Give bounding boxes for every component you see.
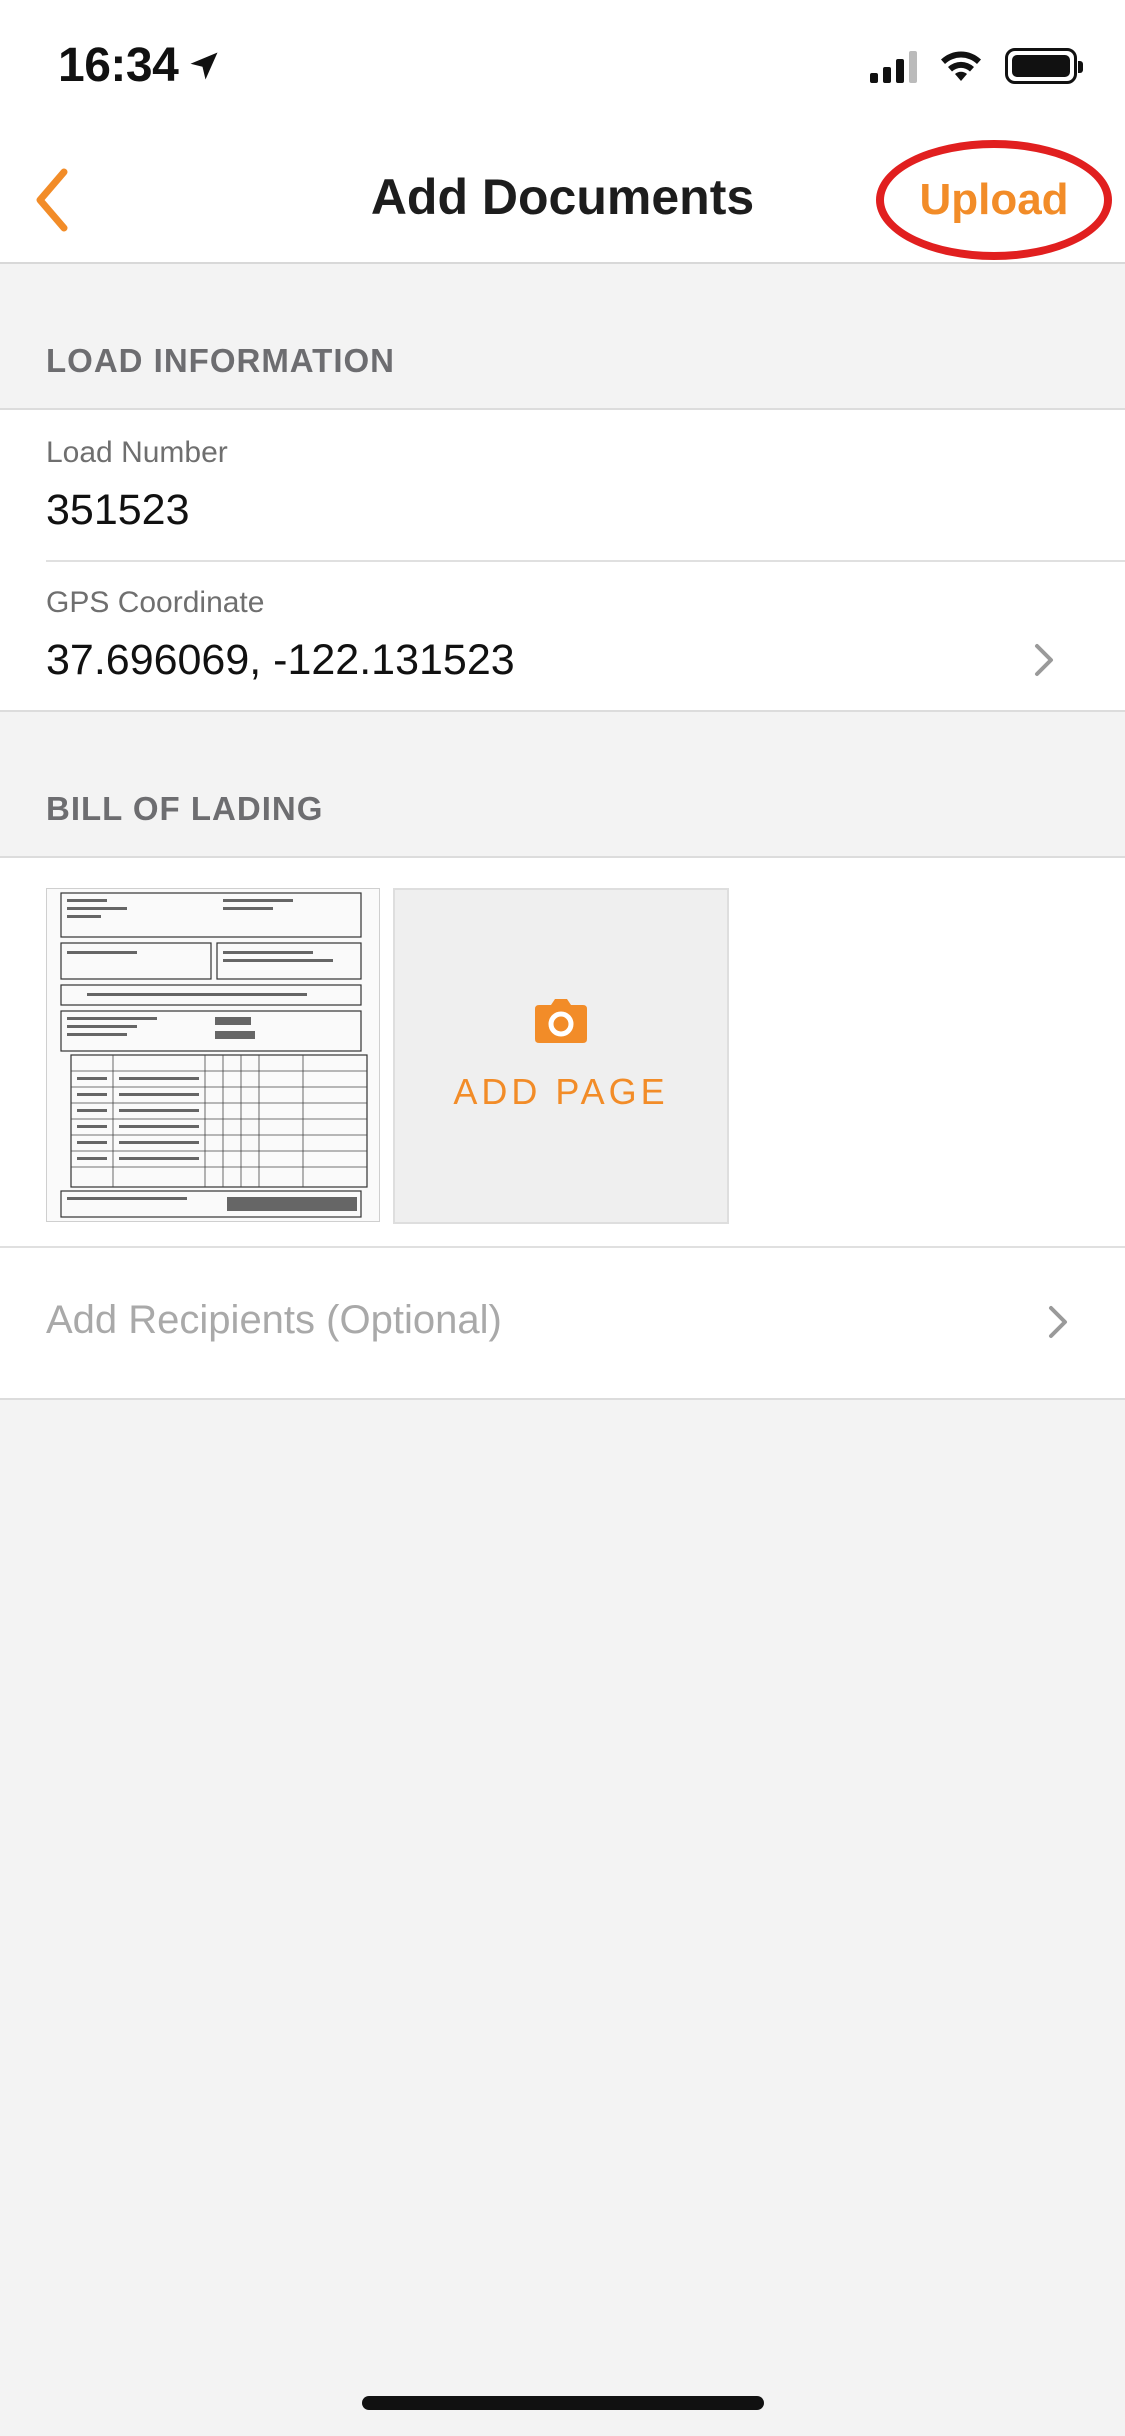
status-time: 16:34 [58,38,222,93]
document-page-thumbnail[interactable] [46,888,380,1222]
add-recipients-row[interactable]: Add Recipients (Optional) [0,1248,1125,1398]
upload-button-label: Upload [919,175,1069,224]
load-number-row[interactable]: Load Number 351523 [0,410,1125,560]
load-number-label: Load Number [46,436,228,469]
home-indicator[interactable] [362,2396,764,2410]
cellular-signal-icon [870,49,917,83]
wifi-icon [941,51,981,81]
section-title: BILL OF LADING [46,790,324,827]
add-page-label: ADD PAGE [453,1071,669,1112]
add-recipients-label: Add Recipients (Optional) [46,1298,502,1342]
add-page-button[interactable]: ADD PAGE [393,888,729,1224]
gps-coordinate-value: 37.696069, -122.131523 [46,636,515,684]
gps-coordinate-label: GPS Coordinate [46,586,265,619]
chevron-right-icon [1035,644,1053,676]
section-title: LOAD INFORMATION [46,342,396,379]
chevron-right-icon [1049,1306,1067,1338]
battery-icon [1005,48,1083,84]
document-scan-image [47,889,379,1221]
location-arrow-icon [190,52,218,79]
status-time-text: 16:34 [58,39,179,92]
load-information-group: Load Number 351523 GPS Coordinate 37.696… [0,408,1125,712]
navigation-bar: Add Documents Upload [0,132,1125,264]
section-header-load-information: LOAD INFORMATION [0,264,1125,410]
document-pages: ADD PAGE [0,858,1125,1248]
camera-icon [535,999,587,1043]
load-number-value: 351523 [46,486,190,534]
bill-of-lading-group: ADD PAGE Add Recipients (Optional) [0,856,1125,1400]
gps-coordinate-row[interactable]: GPS Coordinate 37.696069, -122.131523 [0,560,1125,710]
status-bar: 16:34 [0,0,1125,132]
upload-button[interactable]: Upload [876,140,1112,260]
section-header-bill-of-lading: BILL OF LADING [0,712,1125,858]
